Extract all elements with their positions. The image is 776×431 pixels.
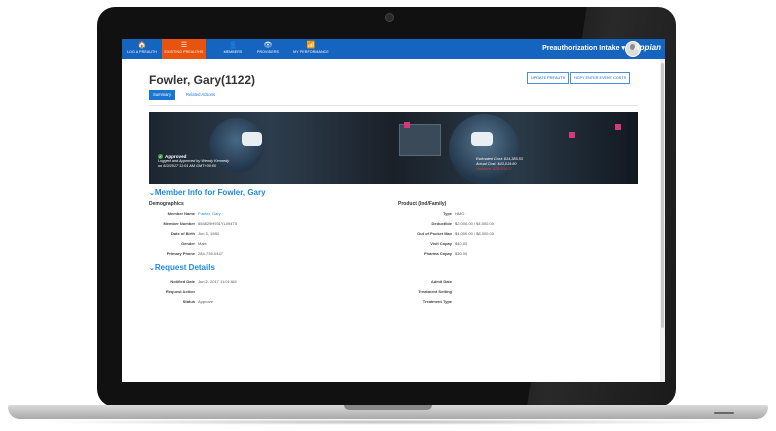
nav-providers[interactable]: 👁 PROVIDERS <box>252 39 284 59</box>
field-value: Jun 2, 2017 11:01 AM <box>198 279 237 284</box>
primary-phone-row: Primary Phone 284-739-0447 <box>142 251 223 256</box>
field-value: Jun 3, 1980 <box>198 231 219 236</box>
nav-label: PROVIDERS <box>256 50 280 54</box>
out-of-pocket-row: Out of Pocket Max $4,000.00 / $8,000.00 <box>372 231 494 236</box>
notified-date-row: Notified Date Jun 2, 2017 11:01 AM <box>142 279 237 284</box>
field-label: Notified Date <box>170 279 195 284</box>
member-name-link[interactable]: Fowler, Gary <box>198 211 221 216</box>
field-value: HMO <box>455 211 465 216</box>
nav-members[interactable]: 👤 MEMBERS <box>218 39 248 59</box>
nav-existing-preauths[interactable]: ☰ EXISTING PREAUTHS <box>162 39 206 59</box>
nav-label: MEMBERS <box>223 50 243 54</box>
field-value: $2,000.00 / $4,000.00 <box>455 221 494 226</box>
update-preauth-button[interactable]: UPDATE PREAUTH <box>527 72 570 84</box>
eye-icon: 👁 <box>263 42 273 49</box>
page-title: Fowler, Gary(1122) <box>149 73 256 87</box>
bar-chart-icon: 📶 <box>306 42 316 49</box>
field-label: Status <box>182 299 195 304</box>
cost-summary: Estimated Cost: $14,385.53 Actual Cost: … <box>476 157 523 172</box>
app-switcher[interactable]: Preauthorization Intake ▾ <box>542 44 625 52</box>
member-info-heading: Member Info for Fowler, Gary <box>154 188 266 197</box>
member-info-section-toggle[interactable]: ⌄Member Info for Fowler, Gary <box>149 188 266 197</box>
banner-photo-detail <box>404 122 410 128</box>
top-navigation: 🏠 LOG A PREAUTH ☰ EXISTING PREAUTHS 👤 ME… <box>122 39 665 59</box>
field-label: Visit Copay <box>430 241 452 246</box>
webcam <box>385 13 394 22</box>
laptop-shadow <box>30 419 746 425</box>
field-value: Approve <box>198 299 213 304</box>
divider <box>149 105 638 106</box>
enter-event-costs-button[interactable]: HCPY ENTER EVENT COSTS <box>570 72 631 84</box>
gender-row: Gender Male <box>142 241 207 246</box>
banner-photo-detail <box>615 124 621 130</box>
field-label: Gender <box>180 241 195 246</box>
product-label: Product (Ind/Family) <box>398 201 447 207</box>
status-row: Status Approve <box>142 299 213 304</box>
dob-row: Date of Birth Jun 3, 1980 <box>142 231 219 236</box>
member-name-row: Member Name Fowler, Gary <box>142 211 221 216</box>
banner-photo-detail <box>242 132 262 146</box>
treatment-setting-row: Treatment Setting <box>372 289 455 294</box>
field-label: Date of Birth <box>171 231 195 236</box>
field-value: $4,000.00 / $8,000.00 <box>455 231 494 236</box>
request-details-heading: Request Details <box>154 263 215 272</box>
treatment-type-row: Treatment Type <box>372 299 455 304</box>
nav-label: MY PERFORMANCE <box>293 50 329 54</box>
field-value: Male <box>198 241 207 246</box>
approval-status: ✓ Approved Logged and Approved by Wendy K… <box>158 154 229 169</box>
tab-summary[interactable]: Summary <box>149 90 175 100</box>
admit-date-row: Admit Date <box>372 279 455 284</box>
list-icon: ☰ <box>180 42 188 49</box>
app-screen: 🏠 LOG A PREAUTH ☰ EXISTING PREAUTHS 👤 ME… <box>122 39 665 382</box>
laptop-edge-mark <box>714 412 734 414</box>
field-label: Out of Pocket Max <box>417 231 452 236</box>
field-label: Treatment Type <box>422 299 452 304</box>
demographics-label: Demographics <box>149 201 184 207</box>
banner-photo-figure <box>449 114 519 184</box>
banner-photo-detail <box>569 132 575 138</box>
field-value: 284-739-0447 <box>198 251 223 256</box>
status-banner: ✓ Approved Logged and Approved by Wendy K… <box>149 112 638 184</box>
nav-label: LOG A PREAUTH <box>126 50 158 54</box>
field-label: Member Name <box>167 211 195 216</box>
member-number-row: Member Number 854829H931YL094T0 <box>142 221 237 226</box>
product-type-row: Type HMO <box>372 211 464 216</box>
banner-photo-detail <box>471 132 493 146</box>
nav-log-preauth[interactable]: 🏠 LOG A PREAUTH <box>124 39 160 59</box>
field-label: Admit Date <box>430 279 452 284</box>
cost-variance: Variance: $28,634.27 <box>476 167 512 171</box>
home-icon: 🏠 <box>137 42 147 49</box>
field-label: Deductible <box>431 221 452 226</box>
field-value: $40.00 <box>455 241 468 246</box>
scrollbar-thumb[interactable] <box>661 63 664 328</box>
field-label: Request Action <box>165 289 195 294</box>
nav-label: EXISTING PREAUTHS <box>164 50 204 54</box>
field-value: $30.00 <box>455 251 468 256</box>
field-label: Primary Phone <box>166 251 195 256</box>
pharma-copay-row: Pharma Copay $30.00 <box>372 251 467 256</box>
field-label: Type <box>442 211 452 216</box>
field-label: Treatment Setting <box>418 289 452 294</box>
person-icon: 👤 <box>228 42 238 49</box>
field-label: Pharma Copay <box>423 251 452 256</box>
deductible-row: Deductible $2,000.00 / $4,000.00 <box>372 221 494 226</box>
visit-copay-row: Visit Copay $40.00 <box>372 241 467 246</box>
laptop-base-notch <box>344 405 432 410</box>
tab-related-actions[interactable]: Related Actions <box>186 90 215 100</box>
appian-logo: Appian <box>633 43 661 52</box>
field-label: Member Number <box>163 221 195 226</box>
banner-photo-detail <box>399 124 441 156</box>
nav-my-performance[interactable]: 📶 MY PERFORMANCE <box>288 39 334 59</box>
request-details-section-toggle[interactable]: ⌄Request Details <box>149 263 215 272</box>
field-value: 854829H931YL094T0 <box>198 221 238 226</box>
approved-on: on 6/2/2017 11:01 AM GMT+00:00 <box>158 164 217 168</box>
request-action-row: Request Action <box>142 289 198 294</box>
